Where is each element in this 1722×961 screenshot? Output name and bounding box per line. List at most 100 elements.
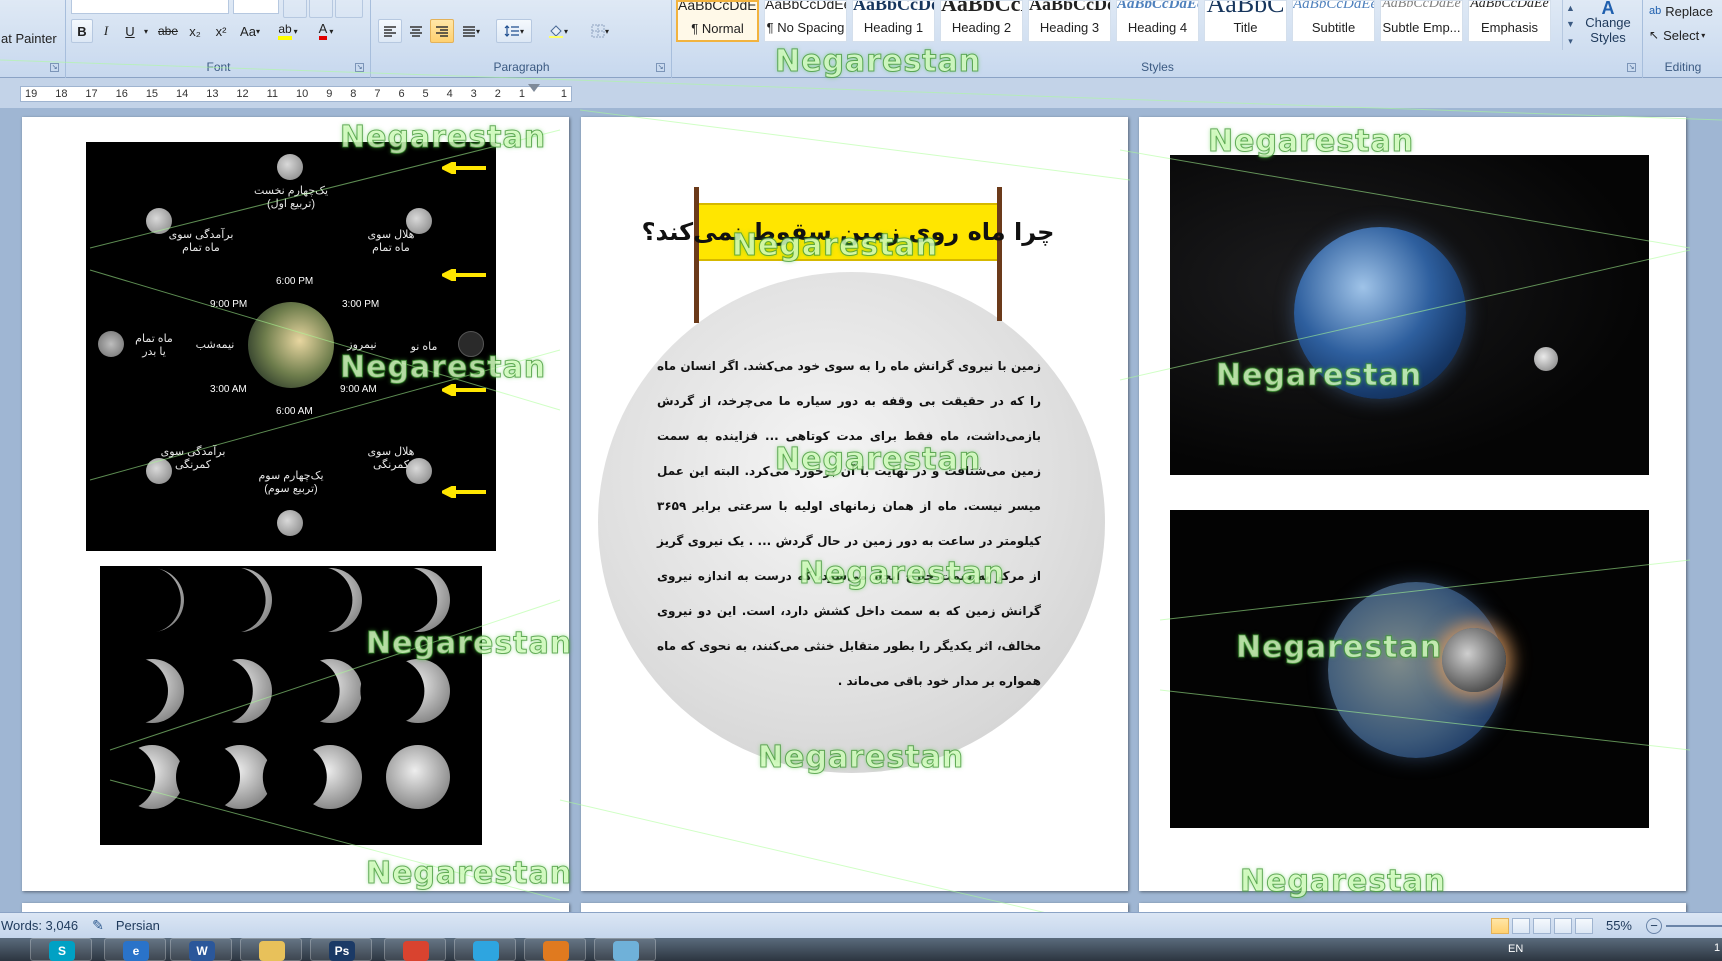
indent-marker[interactable] [528, 84, 540, 92]
style-tile[interactable]: AaBbCcDdEe Emphasis [1468, 0, 1551, 42]
underline-button[interactable]: U [119, 19, 141, 43]
taskbar-app[interactable] [454, 938, 516, 961]
photoshop-icon: Ps [329, 941, 355, 961]
style-tile[interactable]: AaBbCcDdEe ¶ Normal [676, 0, 759, 42]
strikethrough-button[interactable]: abe [155, 19, 181, 43]
replace-button[interactable]: ab Replace [1648, 0, 1720, 22]
zoom-out-icon[interactable]: − [1646, 917, 1662, 934]
highlight-button[interactable]: ab ▾ [271, 19, 305, 43]
styles-launcher-icon[interactable]: ↘ [1627, 63, 1636, 72]
gallery-down-icon[interactable]: ▼ [1566, 19, 1575, 29]
style-name: Subtle Emp... [1382, 20, 1461, 35]
align-center-icon [410, 26, 422, 37]
styles-gallery-scroll[interactable]: ▲ ▼ ▾ [1562, 0, 1578, 50]
moon-phase-shadow [201, 567, 266, 633]
change-styles-button[interactable]: A Change Styles [1582, 0, 1634, 52]
align-left-button[interactable] [378, 19, 402, 43]
taskbar-app[interactable] [594, 938, 656, 961]
paragraph-launcher-icon[interactable]: ↘ [656, 63, 665, 72]
subscript-button[interactable]: x₂ [183, 19, 207, 43]
underline-dropdown-icon[interactable]: ▾ [141, 19, 151, 43]
line-spacing-button[interactable]: ▾ [496, 19, 532, 43]
taskbar-app[interactable] [240, 938, 302, 961]
gallery-more-icon[interactable]: ▾ [1568, 36, 1573, 47]
editing-group-label: Editing [1664, 60, 1702, 74]
style-name: ¶ No Spacing [766, 20, 845, 35]
paint-icon [613, 941, 639, 961]
font-name-field[interactable] [71, 0, 229, 14]
web-layout-view-icon[interactable] [1532, 917, 1551, 934]
italic-button[interactable]: I [95, 19, 117, 43]
language-indicator[interactable]: Persian [116, 918, 160, 933]
align-right-button[interactable] [430, 19, 454, 43]
style-tile[interactable]: AaBbC Title [1204, 0, 1287, 42]
gallery-up-icon[interactable]: ▲ [1566, 3, 1575, 13]
change-case-button[interactable]: Aa ▾ [235, 19, 265, 43]
taskbar-app[interactable]: S [30, 938, 92, 961]
style-sample: AaBbCcDdEe [1029, 0, 1110, 14]
style-tile[interactable]: AaBbCcDdEe Heading 3 [1028, 0, 1111, 42]
zoom-level[interactable]: 55% [1606, 918, 1632, 933]
grow-font-button[interactable] [283, 0, 307, 18]
replace-icon: ab [1649, 5, 1662, 17]
page-left[interactable]: یک‌چهارم نخست (تربیع اول) برآمدگی سوی ما… [22, 117, 569, 891]
clear-format-button[interactable] [335, 0, 363, 18]
taskbar-app[interactable] [384, 938, 446, 961]
style-tile[interactable]: AaBbCcDdEe Subtle Emp... [1380, 0, 1463, 42]
system-clock[interactable]: 1 [1714, 942, 1720, 954]
style-name: Heading 3 [1039, 20, 1100, 35]
label-waning-gibbous: برآمدگی سوی کمرنگی [160, 446, 226, 471]
zoom-slider[interactable] [1666, 924, 1722, 927]
align-center-button[interactable] [404, 19, 428, 43]
ruler-number: 16 [115, 88, 128, 100]
page-right[interactable] [1139, 117, 1686, 891]
borders-button[interactable]: ▾ [582, 19, 618, 43]
font-size-field[interactable] [233, 0, 279, 14]
taskbar-app[interactable] [524, 938, 586, 961]
ruler-number: 17 [85, 88, 98, 100]
folder-icon [259, 941, 285, 961]
style-tile[interactable]: AaBbCcDdEe Heading 2 [940, 0, 1023, 42]
clipboard-launcher-icon[interactable]: ↘ [50, 63, 59, 72]
taskbar-app[interactable]: e [104, 938, 166, 961]
full-screen-view-icon[interactable] [1511, 917, 1530, 934]
ruler-number: 12 [236, 88, 249, 100]
input-language[interactable]: EN [1508, 943, 1523, 955]
word-icon: W [189, 941, 215, 961]
page-next-left [22, 903, 569, 912]
font-group: B I U ▾ abe x₂ x² Aa ▾ ab ▾ A ▾ Font ↘ [67, 0, 371, 78]
style-name: Heading 2 [951, 20, 1012, 35]
taskbar-app[interactable]: W [170, 938, 232, 961]
select-button[interactable]: ↖ Select ▾ [1648, 24, 1720, 46]
taskbar-app[interactable]: Ps [310, 938, 372, 961]
font-launcher-icon[interactable]: ↘ [355, 63, 364, 72]
bold-button[interactable]: B [71, 19, 93, 43]
article-body[interactable]: زمین با نیروی گرانش ماه را به سوی خود می… [657, 349, 1041, 699]
proofing-icon[interactable]: ✎ [92, 917, 104, 934]
word-count[interactable]: Words: 3,046 [1, 918, 78, 933]
font-color-button[interactable]: A ▾ [309, 19, 343, 43]
label-midnight: نیمه‌شب [195, 339, 235, 351]
document-area[interactable]: یک‌چهارم نخست (تربیع اول) برآمدگی سوی ما… [0, 108, 1722, 912]
justify-button[interactable]: ▾ [456, 19, 486, 43]
style-tile[interactable]: AaBbCcDdEe Heading 4 [1116, 0, 1199, 42]
style-tile[interactable]: AaBbCcDdEe Subtitle [1292, 0, 1375, 42]
page-center[interactable]: چرا ماه روی زمین سقوط نمی‌کند؟ زمین با ن… [581, 117, 1128, 891]
superscript-button[interactable]: x² [209, 19, 233, 43]
format-painter-button[interactable]: at Painter [0, 26, 64, 50]
print-layout-view-icon[interactable] [1490, 917, 1509, 934]
style-tile[interactable]: AaBbCcDdEe ¶ No Spacing [764, 0, 847, 42]
shading-button[interactable]: ▾ [540, 19, 576, 43]
horizontal-ruler[interactable]: 19 18 17 16 15 14 13 12 11 10 9 8 7 6 5 4 3 2 1 1 [20, 86, 572, 102]
draft-view-icon[interactable] [1574, 917, 1593, 934]
outline-view-icon[interactable] [1553, 917, 1572, 934]
style-name: Heading 1 [863, 20, 924, 35]
moon-top [277, 154, 303, 180]
moon-phases-photo[interactable] [100, 566, 482, 845]
earth-moon-photo[interactable] [1170, 155, 1649, 475]
shrink-font-button[interactable] [309, 0, 333, 18]
style-name: Subtitle [1311, 20, 1356, 35]
style-tile[interactable]: AaBbCcDdE Heading 1 [852, 0, 935, 42]
moon-impact-photo[interactable] [1170, 510, 1649, 828]
moon-phase-diagram[interactable]: یک‌چهارم نخست (تربیع اول) برآمدگی سوی ما… [86, 142, 496, 551]
